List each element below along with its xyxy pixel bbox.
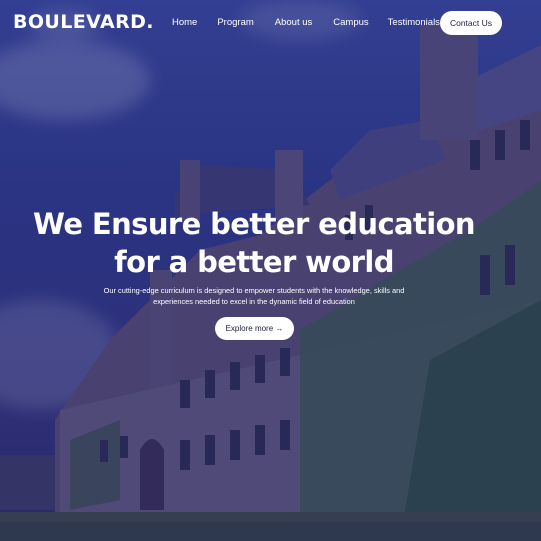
nav-link-home[interactable]: Home (172, 17, 197, 28)
hero-headline-line-2: for a better world (114, 245, 394, 279)
nav-link-program[interactable]: Program (217, 17, 253, 28)
nav-link-about-us[interactable]: About us (275, 17, 313, 28)
top-navigation: BOULEVARD. Home Program About us Campus … (0, 0, 541, 46)
contact-us-button[interactable]: Contact Us (440, 11, 502, 35)
nav-link-testimonials[interactable]: Testimonials (388, 17, 440, 28)
main-menu: Home Program About us Campus Testimonial… (172, 17, 440, 28)
hero-subtext: Our cutting-edge curriculum is designed … (88, 285, 420, 307)
hero-subtext-line-2: experiences needed to excel in the dynam… (153, 297, 355, 306)
hero-headline: We Ensure better education for a better … (0, 205, 508, 281)
hero-section: BOULEVARD. Home Program About us Campus … (0, 0, 541, 541)
nav-link-campus[interactable]: Campus (333, 17, 368, 28)
brand-logo[interactable]: BOULEVARD. (13, 11, 154, 33)
explore-more-button[interactable]: Explore more → (215, 317, 294, 340)
hero-headline-line-1: We Ensure better education (33, 207, 476, 241)
hero-subtext-line-1: Our cutting-edge curriculum is designed … (103, 286, 405, 295)
